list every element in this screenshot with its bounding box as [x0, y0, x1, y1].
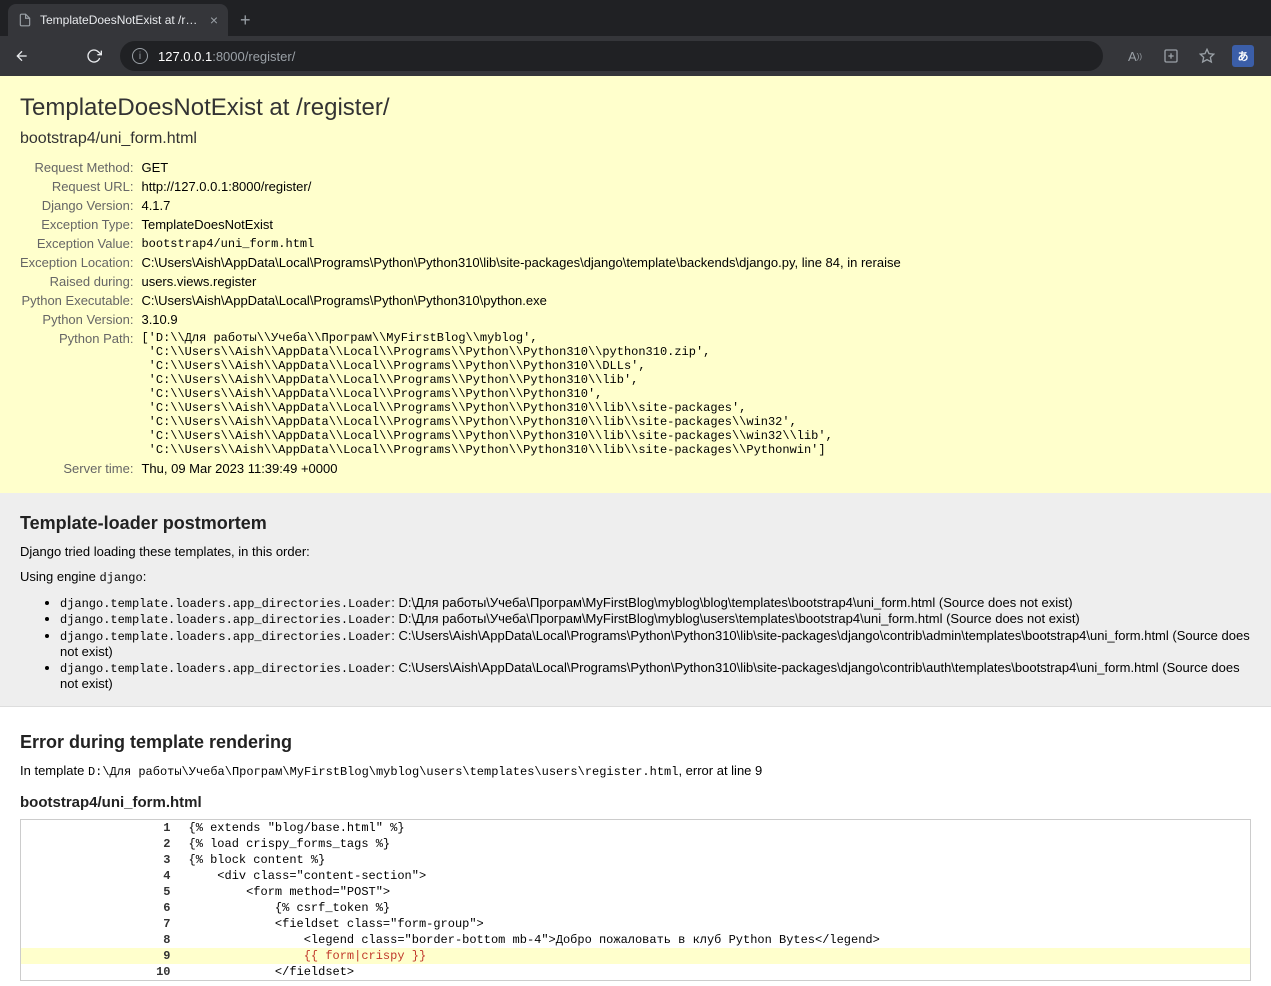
- loader-list-item: django.template.loaders.app_directories.…: [60, 628, 1251, 660]
- line-code: <div class="content-section">: [181, 868, 1251, 884]
- line-number: 6: [21, 900, 181, 916]
- url-path: /register/: [245, 49, 296, 64]
- label-request-url: Request URL:: [20, 177, 141, 196]
- browser-chrome: TemplateDoesNotExist at /registe × + i 1…: [0, 0, 1271, 76]
- url-bar[interactable]: i 127.0.0.1:8000/register/: [120, 41, 1103, 71]
- line-number: 4: [21, 868, 181, 884]
- tab-bar: TemplateDoesNotExist at /registe × +: [0, 0, 1271, 36]
- url-port: :8000: [212, 49, 245, 64]
- template-error-heading: Error during template rendering: [20, 732, 1251, 753]
- value-exception-value: bootstrap4/uni_form.html: [141, 237, 900, 251]
- value-server-time: Thu, 09 Mar 2023 11:39:49 +0000: [141, 459, 900, 478]
- source-row: 10 </fieldset>: [21, 964, 1251, 981]
- back-button[interactable]: [8, 42, 36, 70]
- line-code: {% block content %}: [181, 852, 1251, 868]
- label-raised-during: Raised during:: [20, 272, 141, 291]
- page-title: TemplateDoesNotExist at /register/: [20, 94, 1251, 122]
- source-row: 7 <fieldset class="form-group">: [21, 916, 1251, 932]
- label-exception-type: Exception Type:: [20, 215, 141, 234]
- line-number: 8: [21, 932, 181, 948]
- source-row: 8 <legend class="border-bottom mb-4">Доб…: [21, 932, 1251, 948]
- value-request-url: http://127.0.0.1:8000/register/: [141, 177, 900, 196]
- error-summary: TemplateDoesNotExist at /register/ boots…: [0, 76, 1271, 493]
- browser-tab[interactable]: TemplateDoesNotExist at /registe ×: [8, 4, 228, 36]
- line-number: 7: [21, 916, 181, 932]
- favorites-icon[interactable]: [1195, 44, 1219, 68]
- line-code: <form method="POST">: [181, 884, 1251, 900]
- loader-list-item: django.template.loaders.app_directories.…: [60, 660, 1251, 692]
- toolbar-right: A)) あ: [1115, 44, 1263, 68]
- source-row: 2{% load crispy_forms_tags %}: [21, 836, 1251, 852]
- source-row: 4 <div class="content-section">: [21, 868, 1251, 884]
- tab-title: TemplateDoesNotExist at /registe: [40, 13, 200, 27]
- translate-icon[interactable]: あ: [1231, 44, 1255, 68]
- postmortem-engine: Using engine django:: [20, 569, 1251, 585]
- new-tab-button[interactable]: +: [228, 4, 263, 36]
- value-raised-during: users.views.register: [141, 272, 900, 291]
- label-exception-location: Exception Location:: [20, 253, 141, 272]
- value-request-method: GET: [141, 158, 900, 177]
- line-number: 2: [21, 836, 181, 852]
- value-django-version: 4.1.7: [141, 196, 900, 215]
- line-code: <legend class="border-bottom mb-4">Добро…: [181, 932, 1251, 948]
- line-code: {% load crispy_forms_tags %}: [181, 836, 1251, 852]
- line-number: 9: [21, 948, 181, 964]
- source-row: 9 {{ form|crispy }}: [21, 948, 1251, 964]
- label-exception-value: Exception Value:: [20, 234, 141, 253]
- value-python-path: ['D:\\Для работы\\Учеба\\Програм\\MyFirs…: [141, 331, 900, 457]
- collections-icon[interactable]: [1159, 44, 1183, 68]
- source-row: 1{% extends "blog/base.html" %}: [21, 819, 1251, 836]
- line-number: 3: [21, 852, 181, 868]
- label-python-executable: Python Executable:: [20, 291, 141, 310]
- line-number: 10: [21, 964, 181, 981]
- line-code: {% csrf_token %}: [181, 900, 1251, 916]
- line-code: <fieldset class="form-group">: [181, 916, 1251, 932]
- url-host: 127.0.0.1: [158, 49, 212, 64]
- template-error-section: Error during template rendering In templ…: [0, 707, 1271, 986]
- source-table: 1{% extends "blog/base.html" %}2{% load …: [20, 819, 1251, 981]
- line-number: 5: [21, 884, 181, 900]
- postmortem-intro: Django tried loading these templates, in…: [20, 544, 1251, 559]
- value-exception-location: C:\Users\Aish\AppData\Local\Programs\Pyt…: [141, 253, 900, 272]
- template-error-path: In template D:\Для работы\Учеба\Програм\…: [20, 763, 1251, 779]
- file-icon: [18, 13, 32, 27]
- label-request-method: Request Method:: [20, 158, 141, 177]
- source-row: 3{% block content %}: [21, 852, 1251, 868]
- source-row: 5 <form method="POST">: [21, 884, 1251, 900]
- value-exception-type: TemplateDoesNotExist: [141, 215, 900, 234]
- postmortem-heading: Template-loader postmortem: [20, 513, 1251, 534]
- template-postmortem: Template-loader postmortem Django tried …: [0, 493, 1271, 707]
- label-python-version: Python Version:: [20, 310, 141, 329]
- site-info-icon[interactable]: i: [132, 48, 148, 64]
- template-error-subheading: bootstrap4/uni_form.html: [20, 794, 1251, 811]
- value-python-executable: C:\Users\Aish\AppData\Local\Programs\Pyt…: [141, 291, 900, 310]
- close-icon[interactable]: ×: [210, 12, 218, 28]
- label-python-path: Python Path:: [20, 329, 141, 459]
- loader-list: django.template.loaders.app_directories.…: [20, 595, 1251, 692]
- line-code: {{ form|crispy }}: [181, 948, 1251, 964]
- refresh-button[interactable]: [80, 42, 108, 70]
- line-code: {% extends "blog/base.html" %}: [181, 819, 1251, 836]
- exception-value-heading: bootstrap4/uni_form.html: [20, 130, 1251, 148]
- nav-bar: i 127.0.0.1:8000/register/ A)) あ: [0, 36, 1271, 76]
- read-aloud-icon[interactable]: A)): [1123, 44, 1147, 68]
- line-number: 1: [21, 819, 181, 836]
- value-python-version: 3.10.9: [141, 310, 900, 329]
- line-code: </fieldset>: [181, 964, 1251, 981]
- label-server-time: Server time:: [20, 459, 141, 478]
- loader-list-item: django.template.loaders.app_directories.…: [60, 595, 1251, 611]
- label-django-version: Django Version:: [20, 196, 141, 215]
- source-row: 6 {% csrf_token %}: [21, 900, 1251, 916]
- loader-list-item: django.template.loaders.app_directories.…: [60, 611, 1251, 627]
- summary-table: Request Method:GET Request URL:http://12…: [20, 158, 901, 478]
